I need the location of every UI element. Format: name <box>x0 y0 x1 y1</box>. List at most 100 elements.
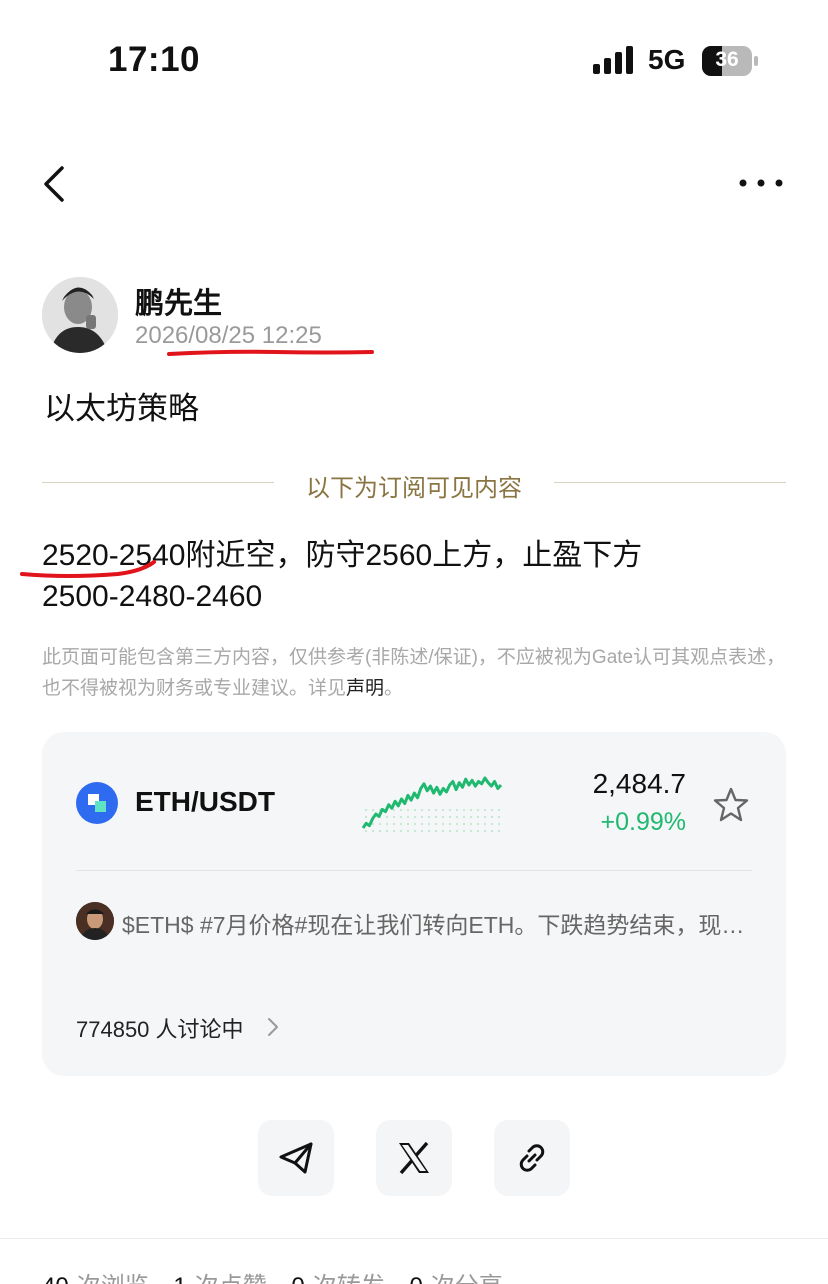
sparkline-dot <box>392 822 396 826</box>
eth-coin-icon <box>76 782 118 824</box>
network-label: 5G <box>648 44 686 75</box>
sparkline-dot <box>364 815 368 819</box>
sparkline-dot <box>448 829 452 833</box>
sparkline-dot <box>399 822 403 826</box>
sparkline-dot <box>399 829 403 833</box>
sparkline-dot <box>371 829 375 833</box>
discussion-snippet[interactable]: $ETH$ #7月价格#现在让我们转向ETH。下跌趋势结束，现… <box>122 906 752 940</box>
more-options-icon[interactable] <box>738 168 784 198</box>
red-underline-annotation <box>20 560 156 578</box>
disclaimer-link[interactable]: 声明 <box>346 678 384 699</box>
sparkline-dot <box>385 815 389 819</box>
sparkline-dot <box>483 822 487 826</box>
sparkline-dot <box>371 822 375 826</box>
subscriber-content-label: 以下为订阅可见内容 <box>306 475 522 502</box>
card-divider <box>76 870 752 871</box>
sparkline-dot <box>455 829 459 833</box>
sparkline-dot <box>427 808 431 812</box>
sparkline-dot <box>476 808 480 812</box>
sparkline-dot <box>385 822 389 826</box>
sparkline-dot <box>427 822 431 826</box>
sparkline-dot <box>371 808 375 812</box>
sparkline-dot <box>476 822 480 826</box>
sparkline-dot <box>427 829 431 833</box>
author-name[interactable]: 鹏先生 <box>135 280 222 322</box>
sparkline-dot <box>364 829 368 833</box>
sparkline-dot <box>413 808 417 812</box>
sparkline-dot <box>441 822 445 826</box>
sparkline-dot <box>413 829 417 833</box>
sparkline-dot <box>392 815 396 819</box>
sparkline-dot <box>434 829 438 833</box>
favorite-star-icon[interactable] <box>712 786 750 824</box>
sparkline-dot <box>406 822 410 826</box>
sparkline-dot <box>413 815 417 819</box>
sparkline-dot <box>413 822 417 826</box>
sparkline-dot <box>448 815 452 819</box>
sparkline-dot <box>490 808 494 812</box>
share-x-button[interactable] <box>376 1120 452 1196</box>
back-chevron-icon[interactable] <box>40 164 70 204</box>
commenter-avatar <box>76 902 114 940</box>
sparkline-dot <box>448 808 452 812</box>
sparkline-dot <box>483 808 487 812</box>
disclaimer-end: 。 <box>384 678 404 699</box>
sparkline-dot <box>378 822 382 826</box>
shares-count: 0 <box>409 1273 422 1284</box>
reposts-count: 0 <box>291 1273 304 1284</box>
post-body-line: 2500-2480-2460 <box>42 580 263 613</box>
sparkline-dot <box>462 815 466 819</box>
sparkline-dot <box>399 815 403 819</box>
sparkline-dot <box>497 822 501 826</box>
sparkline-dot <box>385 829 389 833</box>
link-icon <box>519 1144 545 1172</box>
x-icon <box>399 1141 429 1175</box>
likes-count: 1 <box>173 1273 186 1284</box>
sparkline-dot <box>441 808 445 812</box>
divider-left <box>42 482 274 483</box>
sparkline-dot <box>420 815 424 819</box>
sparkline-dot <box>434 815 438 819</box>
sparkline-dot <box>420 808 424 812</box>
sparkline-dot <box>420 829 424 833</box>
sparkline-dot <box>469 822 473 826</box>
post-stats: 40 次浏览 1 次点赞 0 次转发 0 次分享 <box>42 1266 521 1284</box>
bottom-divider <box>0 1238 828 1239</box>
sparkline-dot <box>392 829 396 833</box>
red-underline-annotation <box>167 349 374 356</box>
shares-label: 次分享 <box>431 1273 503 1284</box>
sparkline-dot <box>427 815 431 819</box>
sparkline-dot <box>483 815 487 819</box>
views-count: 40 <box>42 1273 69 1284</box>
sparkline-dot <box>497 815 501 819</box>
price-sparkline <box>361 776 503 833</box>
battery-icon: 36 <box>702 46 758 76</box>
share-telegram-button[interactable] <box>258 1120 334 1196</box>
sparkline-dot <box>406 815 410 819</box>
sparkline-dot <box>434 808 438 812</box>
sparkline-dot <box>378 829 382 833</box>
divider-right <box>554 482 786 483</box>
sparkline-dot <box>462 822 466 826</box>
sparkline-dot <box>469 808 473 812</box>
status-time: 17:10 <box>108 40 201 79</box>
sparkline-dot <box>462 829 466 833</box>
sparkline-dot <box>469 829 473 833</box>
sparkline-dot <box>420 822 424 826</box>
sparkline-dot <box>490 829 494 833</box>
author-avatar[interactable] <box>42 277 118 353</box>
sparkline-dot <box>476 815 480 819</box>
chevron-right-icon[interactable] <box>266 1016 280 1038</box>
discussion-count[interactable]: 774850 人讨论中 <box>76 1012 244 1044</box>
views-label: 次浏览 <box>77 1273 149 1284</box>
sparkline-dot <box>364 808 368 812</box>
sparkline-dot <box>462 808 466 812</box>
trading-pair[interactable]: ETH/USDT <box>135 786 275 818</box>
battery-level: 36 <box>715 48 739 71</box>
copy-link-button[interactable] <box>494 1120 570 1196</box>
sparkline-dot <box>497 829 501 833</box>
sparkline-dot <box>497 808 501 812</box>
sparkline-dot <box>455 808 459 812</box>
sparkline-dot <box>483 829 487 833</box>
disclaimer-text: 此页面可能包含第三方内容，仅供参考(非陈述/保证)，不应被视为Gate认可其观点… <box>42 647 786 699</box>
